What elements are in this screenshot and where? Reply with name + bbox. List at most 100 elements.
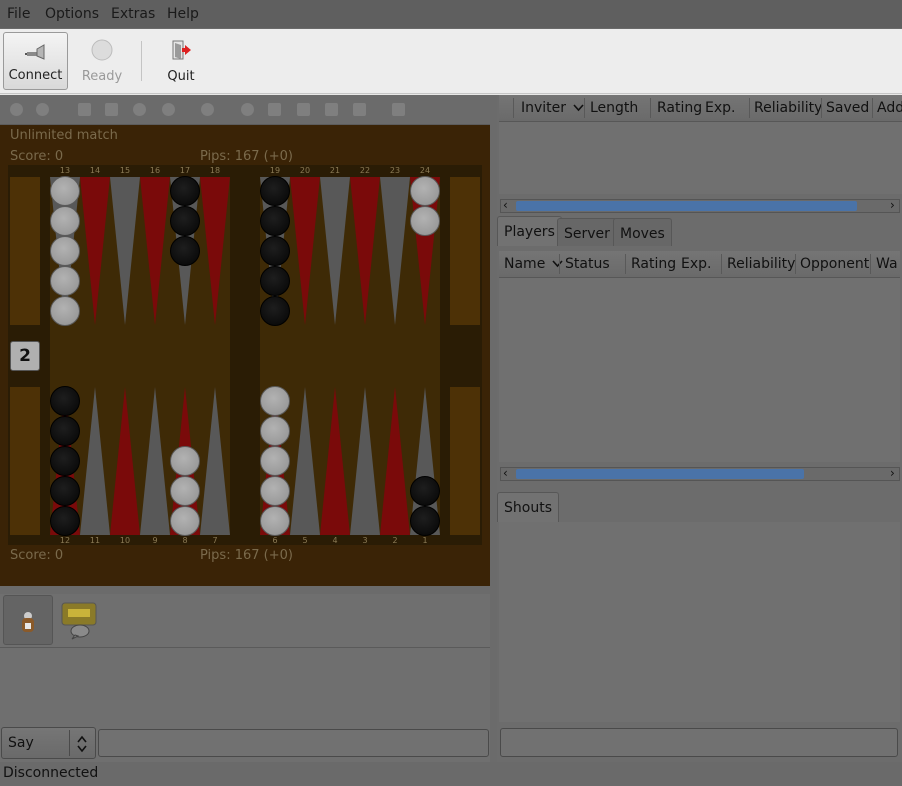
black-checker[interactable] <box>50 446 80 476</box>
col-name-label: Name <box>504 256 546 272</box>
scroll-left-icon[interactable]: ‹ <box>503 198 508 212</box>
column-separator <box>870 254 871 274</box>
scroll-thumb[interactable] <box>516 469 804 479</box>
invitations-hscrollbar[interactable]: ‹ › <box>500 198 900 213</box>
chat-mode-value: Say <box>8 735 34 751</box>
pane-splitter[interactable] <box>0 586 490 594</box>
col-name[interactable]: Name <box>504 256 563 272</box>
chat-mode-select[interactable]: Say <box>1 727 96 759</box>
chat-avatar-icon[interactable] <box>58 597 102 641</box>
tray-top-right <box>450 177 480 325</box>
white-checker[interactable] <box>170 446 200 476</box>
white-checker[interactable] <box>50 296 80 326</box>
black-checker[interactable] <box>170 176 200 206</box>
black-checker[interactable] <box>50 416 80 446</box>
scroll-left-icon[interactable]: ‹ <box>503 466 508 480</box>
menu-extras[interactable]: Extras <box>111 6 155 22</box>
first-icon[interactable] <box>268 103 281 116</box>
move-icon[interactable] <box>201 103 214 116</box>
quit-button[interactable]: Quit <box>150 32 212 90</box>
chat-message-input[interactable] <box>98 729 489 757</box>
add-icon[interactable] <box>162 103 175 116</box>
menu-bar: File Options Extras Help <box>0 0 902 29</box>
white-checker[interactable] <box>410 176 440 206</box>
backgammon-board[interactable]: 13 12 14 11 15 10 16 9 17 8 18 7 19 6 20 5 21 4 22 3 23 2 24 1 <box>8 165 482 545</box>
white-checker[interactable] <box>170 476 200 506</box>
tab-players[interactable]: Players <box>497 216 562 246</box>
col-rating[interactable]: Rating <box>657 100 702 116</box>
invitations-list[interactable] <box>499 122 902 194</box>
white-checker[interactable] <box>50 176 80 206</box>
doubling-cube[interactable]: 2 <box>10 341 40 371</box>
point-number: 17 <box>179 166 191 175</box>
tab-shouts[interactable]: Shouts <box>497 492 559 522</box>
col-watching[interactable]: Wa <box>876 256 898 272</box>
black-checker[interactable] <box>50 386 80 416</box>
black-checker[interactable] <box>260 296 290 326</box>
col-player-reliability[interactable]: Reliability <box>727 256 795 272</box>
black-checker[interactable] <box>50 476 80 506</box>
white-checker[interactable] <box>410 206 440 236</box>
col-exp[interactable]: Exp. <box>705 100 735 116</box>
menu-help[interactable]: Help <box>167 6 199 22</box>
undo-icon[interactable] <box>10 103 23 116</box>
dice-icon[interactable] <box>78 103 91 116</box>
black-checker[interactable] <box>410 506 440 536</box>
chevron-down-icon <box>552 260 563 268</box>
point-number: 20 <box>299 166 311 175</box>
point-number: 4 <box>332 536 338 545</box>
black-checker[interactable] <box>170 206 200 236</box>
black-checker[interactable] <box>410 476 440 506</box>
black-checker[interactable] <box>260 236 290 266</box>
scroll-thumb[interactable] <box>516 201 857 211</box>
scroll-right-icon[interactable]: › <box>890 466 895 480</box>
col-player-exp[interactable]: Exp. <box>681 256 711 272</box>
black-checker[interactable] <box>260 266 290 296</box>
scroll-right-icon[interactable]: › <box>890 198 895 212</box>
shout-message-input[interactable] <box>500 728 898 757</box>
double-icon[interactable] <box>105 103 118 116</box>
redo-icon[interactable] <box>36 103 49 116</box>
player-avatar-button[interactable] <box>3 595 53 645</box>
ready-label: Ready <box>81 69 123 84</box>
next-icon[interactable] <box>325 103 338 116</box>
menu-file[interactable]: File <box>7 6 30 22</box>
col-add[interactable]: Add <box>877 100 902 116</box>
white-checker[interactable] <box>260 476 290 506</box>
white-checker[interactable] <box>260 506 290 536</box>
col-length[interactable]: Length <box>590 100 638 116</box>
black-checker[interactable] <box>170 236 200 266</box>
menu-options[interactable]: Options <box>45 6 99 22</box>
tab-server[interactable]: Server <box>557 218 617 246</box>
accept-icon[interactable] <box>133 103 146 116</box>
play-icon[interactable] <box>241 103 254 116</box>
ready-button[interactable]: Ready <box>70 32 134 90</box>
black-checker[interactable] <box>260 206 290 236</box>
black-checker[interactable] <box>260 176 290 206</box>
prev-icon[interactable] <box>297 103 310 116</box>
col-inviter[interactable]: Inviter <box>521 100 584 116</box>
vertical-splitter[interactable] <box>490 95 497 762</box>
invitations-header: Inviter Length Rating Exp. Reliability S… <box>499 95 902 122</box>
black-checker[interactable] <box>50 506 80 536</box>
export-icon[interactable] <box>392 103 405 116</box>
column-separator <box>721 254 722 274</box>
white-checker[interactable] <box>260 446 290 476</box>
white-checker[interactable] <box>260 386 290 416</box>
last-icon[interactable] <box>353 103 366 116</box>
white-checker[interactable] <box>50 236 80 266</box>
col-status[interactable]: Status <box>565 256 610 272</box>
white-checker[interactable] <box>50 266 80 296</box>
connect-button[interactable]: Connect <box>3 32 68 90</box>
col-saved[interactable]: Saved <box>826 100 869 116</box>
players-hscrollbar[interactable]: ‹ › <box>500 466 900 481</box>
tab-moves[interactable]: Moves <box>613 218 672 246</box>
white-checker[interactable] <box>170 506 200 536</box>
col-player-rating[interactable]: Rating <box>631 256 676 272</box>
col-reliability[interactable]: Reliability <box>754 100 822 116</box>
white-checker[interactable] <box>260 416 290 446</box>
tray-top-left <box>10 177 40 325</box>
col-opponent[interactable]: Opponent <box>800 256 869 272</box>
white-checker[interactable] <box>50 206 80 236</box>
players-list[interactable] <box>499 278 900 462</box>
